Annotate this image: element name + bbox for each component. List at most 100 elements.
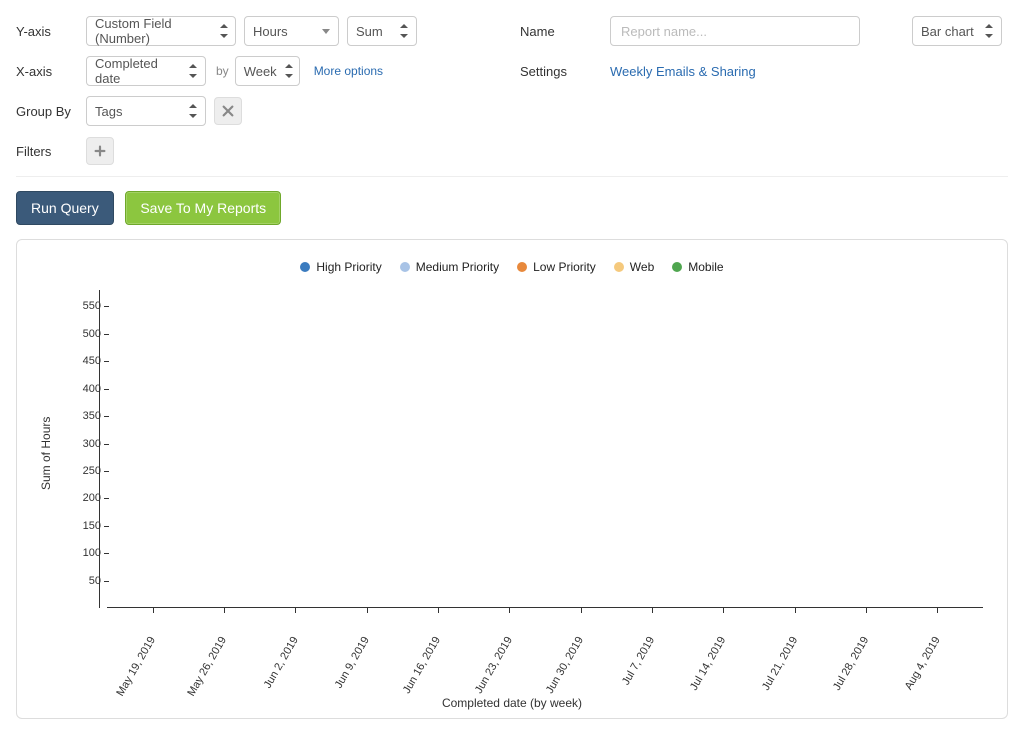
- updown-icon: [189, 64, 197, 78]
- legend-item[interactable]: High Priority: [300, 260, 381, 274]
- action-buttons: Run Query Save To My Reports: [16, 191, 1008, 225]
- x-tick-mark: [153, 608, 154, 613]
- chevron-down-icon: [322, 29, 330, 34]
- legend-label: Mobile: [688, 260, 723, 274]
- yaxis-agg-select[interactable]: Sum: [347, 16, 417, 46]
- x-tick-label: Jun 2, 2019: [262, 635, 301, 691]
- legend-item[interactable]: Low Priority: [517, 260, 596, 274]
- y-tick-label: 450: [57, 355, 101, 367]
- legend-swatch: [672, 262, 682, 272]
- updown-icon: [985, 24, 993, 38]
- x-tick-label: Jul 7, 2019: [620, 635, 657, 688]
- y-tick-label: 250: [57, 465, 101, 477]
- y-tick-label: 150: [57, 520, 101, 532]
- xaxis-period-select[interactable]: Week: [235, 56, 300, 86]
- x-tick-mark: [295, 608, 296, 613]
- report-name-input[interactable]: [610, 16, 860, 46]
- x-tick-mark: [723, 608, 724, 613]
- legend-item[interactable]: Medium Priority: [400, 260, 499, 274]
- save-report-button[interactable]: Save To My Reports: [125, 191, 281, 225]
- x-tick-mark: [937, 608, 938, 613]
- yaxis-field-select[interactable]: Custom Field (Number): [86, 16, 236, 46]
- y-tick-label: 200: [57, 492, 101, 504]
- by-label: by: [216, 64, 229, 78]
- divider: [16, 176, 1008, 177]
- plus-icon: [93, 144, 107, 158]
- y-axis-title: Sum of Hours: [39, 417, 53, 490]
- groupby-label: Group By: [16, 104, 86, 119]
- name-label: Name: [520, 24, 610, 39]
- chart-plot-area: May 19, 2019May 26, 2019Jun 2, 2019Jun 9…: [107, 290, 983, 608]
- legend-swatch: [300, 262, 310, 272]
- x-tick-label: Jun 23, 2019: [473, 635, 515, 696]
- report-settings-panel: Name Bar chart Settings Weekly Emails & …: [520, 16, 1010, 96]
- yaxis-field-value: Custom Field (Number): [95, 16, 212, 46]
- legend-swatch: [517, 262, 527, 272]
- chart-type-value: Bar chart: [921, 24, 974, 39]
- x-tick-mark: [652, 608, 653, 613]
- x-axis-title: Completed date (by week): [17, 696, 1007, 710]
- chart-bars: May 19, 2019May 26, 2019Jun 2, 2019Jun 9…: [107, 290, 983, 608]
- y-tick-label: 300: [57, 438, 101, 450]
- y-tick-label: 100: [57, 547, 101, 559]
- settings-label: Settings: [520, 64, 610, 79]
- legend-item[interactable]: Mobile: [672, 260, 723, 274]
- x-tick-label: May 26, 2019: [186, 635, 230, 699]
- y-tick-label: 50: [57, 575, 101, 587]
- updown-icon: [220, 24, 227, 38]
- legend-label: Web: [630, 260, 654, 274]
- yaxis-label: Y-axis: [16, 24, 86, 39]
- settings-row: Settings Weekly Emails & Sharing: [520, 56, 1010, 86]
- yaxis-unit-select[interactable]: Hours: [244, 16, 339, 46]
- xaxis-label: X-axis: [16, 64, 86, 79]
- groupby-field-value: Tags: [95, 104, 122, 119]
- x-tick-mark: [509, 608, 510, 613]
- close-icon: [221, 104, 235, 118]
- x-tick-mark: [866, 608, 867, 613]
- yaxis-agg-value: Sum: [356, 24, 383, 39]
- x-tick-mark: [581, 608, 582, 613]
- updown-icon: [285, 64, 291, 78]
- legend-label: Medium Priority: [416, 260, 499, 274]
- legend-label: Low Priority: [533, 260, 596, 274]
- chart-card: High Priority Medium Priority Low Priority…: [16, 239, 1008, 719]
- xaxis-field-value: Completed date: [95, 56, 181, 86]
- remove-groupby-button[interactable]: [214, 97, 242, 125]
- legend-item[interactable]: Web: [614, 260, 654, 274]
- more-options-link[interactable]: More options: [314, 64, 383, 78]
- x-tick-label: Jul 28, 2019: [831, 635, 871, 693]
- xaxis-field-select[interactable]: Completed date: [86, 56, 206, 86]
- x-tick-label: Aug 4, 2019: [903, 635, 943, 692]
- y-tick-label: 500: [57, 328, 101, 340]
- groupby-row: Group By Tags: [16, 96, 1008, 126]
- updown-icon: [400, 24, 408, 38]
- x-tick-mark: [795, 608, 796, 613]
- run-query-button[interactable]: Run Query: [16, 191, 114, 225]
- updown-icon: [189, 104, 197, 118]
- filters-label: Filters: [16, 144, 86, 159]
- chart-type-select[interactable]: Bar chart: [912, 16, 1002, 46]
- groupby-field-select[interactable]: Tags: [86, 96, 206, 126]
- yaxis-unit-value: Hours: [253, 24, 288, 39]
- x-tick-label: Jul 21, 2019: [760, 635, 800, 693]
- y-tick-label: 350: [57, 410, 101, 422]
- legend-swatch: [400, 262, 410, 272]
- x-tick-label: Jun 9, 2019: [333, 635, 372, 691]
- xaxis-period-value: Week: [244, 64, 277, 79]
- x-tick-label: Jun 16, 2019: [401, 635, 443, 696]
- x-tick-label: Jul 14, 2019: [688, 635, 728, 693]
- chart-legend: High Priority Medium Priority Low Priority…: [37, 260, 987, 274]
- x-tick-mark: [367, 608, 368, 613]
- name-row: Name Bar chart: [520, 16, 1010, 46]
- legend-swatch: [614, 262, 624, 272]
- x-tick-label: May 19, 2019: [114, 635, 158, 699]
- legend-label: High Priority: [316, 260, 381, 274]
- filters-row: Filters: [16, 136, 1008, 166]
- x-tick-mark: [224, 608, 225, 613]
- x-tick-mark: [438, 608, 439, 613]
- x-tick-label: Jun 30, 2019: [544, 635, 586, 696]
- weekly-emails-link[interactable]: Weekly Emails & Sharing: [610, 64, 756, 79]
- y-tick-label: 550: [57, 300, 101, 312]
- y-tick-label: 400: [57, 383, 101, 395]
- add-filter-button[interactable]: [86, 137, 114, 165]
